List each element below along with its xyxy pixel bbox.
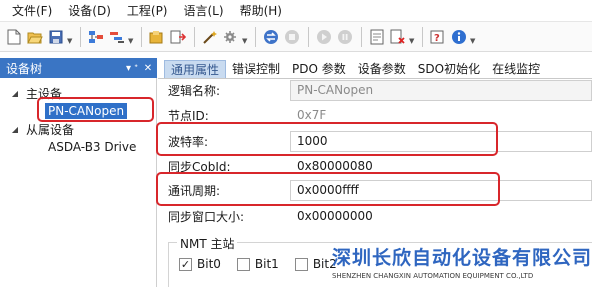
logic-name-label: 逻辑名称:: [168, 83, 221, 98]
node-id-field: 0x7F: [297, 108, 327, 122]
save-icon[interactable]: [46, 26, 66, 48]
tree-node-asda-b3[interactable]: ASDA-B3 Drive: [0, 138, 157, 156]
stop-icon[interactable]: [282, 26, 302, 48]
sync-window-field[interactable]: 0x00000000: [290, 206, 592, 227]
prop-row-node-id: 节点ID: 0x7F: [158, 104, 592, 126]
comm-cycle-label: 通讯周期:: [168, 183, 221, 198]
toolbar-separator: [255, 26, 256, 47]
checkbox-bit1[interactable]: Bit1: [236, 257, 279, 271]
connect-icon[interactable]: [261, 26, 281, 48]
pause-icon[interactable]: [335, 26, 355, 48]
checkbox-bit0[interactable]: ✓ Bit0: [179, 257, 221, 271]
toolbar-separator: [361, 26, 362, 47]
tab-device-params[interactable]: 设备参数: [352, 60, 412, 78]
logic-name-field: PN-CANopen: [290, 79, 592, 101]
gear-dropdown-icon[interactable]: ▼: [242, 26, 248, 48]
menu-help[interactable]: 帮助(H): [232, 0, 290, 22]
wand-icon[interactable]: [200, 26, 220, 48]
tree-label-asda-b3: ASDA-B3 Drive: [48, 140, 137, 154]
download-icon[interactable]: [168, 26, 188, 48]
prop-row-logic-name: 逻辑名称: PN-CANopen: [158, 79, 592, 101]
company-watermark: 深圳长欣自动化设备有限公司 SHENZHEN CHANGXIN AUTOMATI…: [325, 236, 592, 287]
help-icon[interactable]: ?: [428, 26, 448, 48]
checkbox-unchecked-icon[interactable]: [236, 257, 250, 271]
watermark-text: 深圳长欣自动化设备有限公司 SHENZHEN CHANGXIN AUTOMATI…: [332, 243, 592, 280]
config-dropdown-icon[interactable]: ▼: [128, 26, 134, 48]
menu-device[interactable]: 设备(D): [60, 0, 119, 22]
menu-project[interactable]: 工程(P): [119, 0, 176, 22]
tab-error-control[interactable]: 错误控制: [226, 60, 286, 78]
tree-node-slave[interactable]: ◢ 从属设备: [0, 120, 157, 138]
svg-text:?: ?: [434, 33, 440, 44]
pin-icon[interactable]: ▾ ᐩ: [125, 63, 139, 74]
toolbar-separator: [80, 26, 81, 47]
info-icon[interactable]: [449, 26, 469, 48]
panel-title: 设备树: [6, 61, 43, 76]
delete-dropdown-icon[interactable]: ▼: [409, 26, 415, 48]
tree-node-pn-canopen[interactable]: PN-CANopen: [0, 102, 157, 120]
prop-row-comm-cycle: 通讯周期: 0x0000ffff: [158, 179, 592, 201]
info-dropdown-icon[interactable]: ▼: [470, 26, 476, 48]
menu-language[interactable]: 语言(L): [176, 0, 232, 22]
open-folder-icon[interactable]: [25, 26, 45, 48]
sync-cobid-field[interactable]: 0x80000080: [290, 156, 592, 177]
gear-icon[interactable]: [221, 26, 241, 48]
device-tree: ◢ 主设备 PN-CANopen ◢ 从属设备 ASDA-B3 Drive: [0, 84, 157, 156]
prop-row-baud-rate: 波特率: 1000: [158, 130, 592, 152]
sync-window-label: 同步窗口大小:: [168, 209, 245, 224]
toolbar-separator: [141, 26, 142, 47]
save-dropdown-icon[interactable]: ▼: [67, 26, 73, 48]
monitor-icon[interactable]: [367, 26, 387, 48]
new-file-icon[interactable]: [4, 26, 24, 48]
device-tree-panel: 设备树 ▾ ᐩ ✕ ◢ 主设备 PN-CANopen ◢ 从属设备 ASDA-B…: [0, 58, 157, 287]
tree-label-master: 主设备: [26, 86, 63, 101]
company-name-cn: 深圳长欣自动化设备有限公司: [331, 247, 592, 269]
device-tree-header: 设备树 ▾ ᐩ ✕: [0, 58, 157, 78]
network-scan-icon[interactable]: [86, 26, 106, 48]
prop-row-sync-cobid: 同步CobId: 0x80000080: [158, 155, 592, 177]
tree-label-slave: 从属设备: [26, 122, 75, 137]
device-config-icon[interactable]: [107, 26, 127, 48]
close-icon[interactable]: ✕: [141, 63, 155, 74]
checkbox-unchecked-icon[interactable]: [294, 257, 308, 271]
node-id-label: 节点ID:: [168, 108, 209, 123]
baud-rate-field[interactable]: 1000: [290, 130, 592, 152]
prop-row-sync-window: 同步窗口大小: 0x00000000: [158, 205, 592, 227]
toolbar: ▼ ▼ ▼ ▼ ? ▼: [0, 22, 592, 52]
delete-doc-icon[interactable]: [388, 26, 408, 48]
tab-pdo-params[interactable]: PDO 参数: [286, 60, 352, 78]
company-logo-icon: [325, 261, 326, 262]
play-icon[interactable]: [314, 26, 334, 48]
bit1-label: Bit1: [254, 257, 279, 271]
toolbar-separator: [194, 26, 195, 47]
menu-file[interactable]: 文件(F): [4, 0, 60, 22]
tree-label-pn-canopen: PN-CANopen: [45, 103, 128, 119]
tab-general[interactable]: 通用属性: [164, 60, 227, 78]
company-name-en: SHENZHEN CHANGXIN AUTOMATION EQUIPMENT C…: [331, 272, 534, 280]
tab-online-monitor[interactable]: 在线监控: [486, 60, 546, 78]
baud-rate-label: 波特率:: [168, 134, 209, 149]
collapse-toggle-icon[interactable]: ◢: [10, 89, 20, 98]
comm-cycle-field[interactable]: 0x0000ffff: [290, 179, 592, 201]
checkbox-checked-icon[interactable]: ✓: [179, 257, 192, 271]
tab-strip: 通用属性 错误控制 PDO 参数 设备参数 SDO初始化 在线监控: [164, 58, 546, 78]
toolbar-separator: [308, 26, 309, 47]
tree-node-master[interactable]: ◢ 主设备: [0, 84, 157, 102]
sync-cobid-label: 同步CobId:: [168, 159, 231, 174]
bit0-label: Bit0: [197, 257, 221, 271]
toolbar-separator: [422, 26, 423, 47]
upload-icon[interactable]: [147, 26, 167, 48]
nmt-group-title: NMT 主站: [177, 235, 238, 252]
menu-bar: 文件(F) 设备(D) 工程(P) 语言(L) 帮助(H): [0, 0, 592, 22]
collapse-toggle-icon[interactable]: ◢: [10, 125, 20, 134]
tab-sdo-init[interactable]: SDO初始化: [412, 60, 486, 78]
